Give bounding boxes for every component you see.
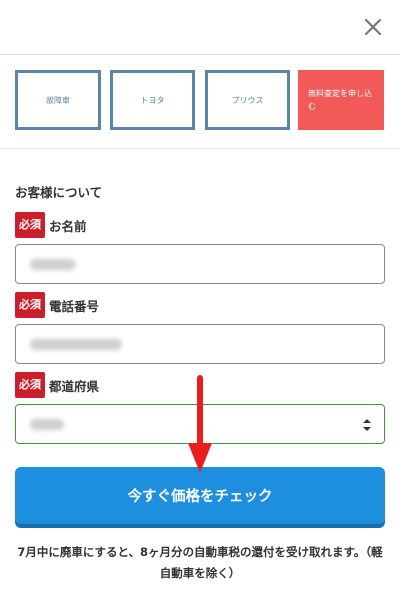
name-label: お名前 — [49, 218, 87, 234]
step-model[interactable]: プリウス — [205, 70, 290, 130]
required-badge: 必須 — [15, 212, 45, 238]
step-free-quote[interactable]: 無料査定を申し込む — [298, 70, 384, 130]
modal-header — [0, 0, 400, 55]
section-title: お客様について — [15, 185, 103, 200]
phone-input[interactable] — [15, 324, 385, 364]
prefecture-label: 都道府県 — [49, 378, 100, 394]
name-input[interactable] — [15, 244, 385, 284]
red-arrow-icon — [188, 375, 212, 473]
blurred-value — [30, 419, 64, 430]
check-price-button[interactable]: 今すぐ価格をチェック — [15, 467, 385, 524]
prefecture-field-label: 必須 都道府県 — [15, 372, 99, 398]
step-condition[interactable]: 故障車 — [15, 70, 101, 130]
name-field-label: 必須 お名前 — [15, 212, 87, 238]
tax-refund-note: 7月中に廃車にすると、8ヶ月分の自動車税の還付を受け取れます。（軽自動車を除く） — [17, 545, 383, 580]
required-badge: 必須 — [15, 292, 45, 318]
required-badge: 必須 — [15, 372, 45, 398]
close-icon — [364, 18, 382, 36]
progress-steps: 故障車 トヨタ プリウス 無料査定を申し込む — [0, 55, 400, 149]
select-arrows-icon — [363, 419, 371, 431]
step-maker[interactable]: トヨタ — [110, 70, 195, 130]
phone-field-label: 必須 電話番号 — [15, 292, 99, 318]
blurred-value — [30, 339, 122, 350]
blurred-value — [30, 259, 76, 270]
phone-label: 電話番号 — [49, 298, 100, 314]
close-button[interactable] — [362, 16, 384, 38]
